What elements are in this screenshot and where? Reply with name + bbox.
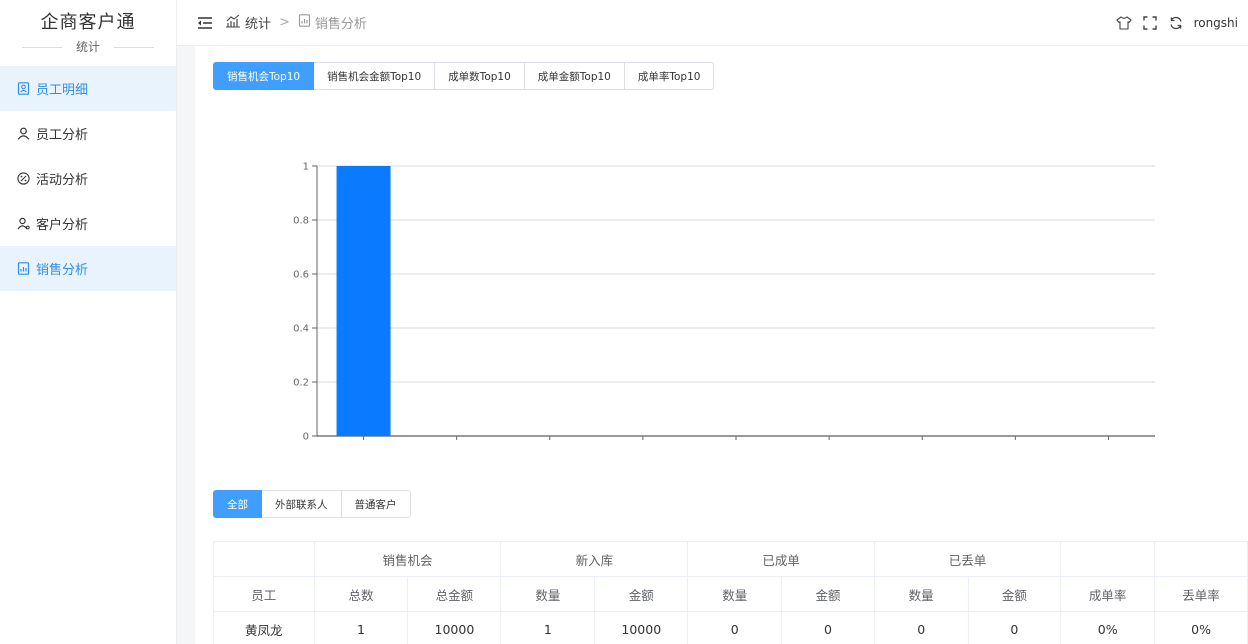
column-header: 金额 — [967, 576, 1062, 612]
bar-chart: 0 0.2 0.4 0.6 0.8 1 — [293, 162, 1155, 443]
sidebar-item-customer-analysis[interactable]: 客户分析 — [0, 201, 176, 246]
person-card-icon — [16, 82, 30, 96]
breadcrumb-label: 销售分析 — [314, 17, 367, 32]
percent-icon — [16, 172, 30, 186]
column-header: 总金额 — [407, 576, 502, 612]
table-cell: 10000 — [594, 611, 689, 644]
table-cell: 0 — [687, 611, 783, 644]
table-cell: 黄凤龙 — [213, 611, 315, 644]
refresh-icon[interactable] — [1168, 15, 1184, 31]
table-row[interactable]: 黄凤龙 1 10000 1 10000 0 0 0 0 0% 0% — [213, 611, 1248, 644]
sales-table: 销售机会 新入库 已成单 已丢单 员工 总数 总金额 数量 金额 数量 金额 数… — [213, 541, 1248, 644]
y-tick-label: 0.6 — [293, 270, 309, 281]
tab-deal-count-top10[interactable]: 成单数Top10 — [435, 62, 525, 90]
filter-external-contacts[interactable]: 外部联系人 — [262, 490, 342, 518]
sidebar-item-employee-analysis[interactable]: 员工分析 — [0, 111, 176, 156]
sidebar-item-label: 员工分析 — [36, 128, 89, 143]
table-column-header: 员工 总数 总金额 数量 金额 数量 金额 数量 金额 成单率 丢单率 — [213, 576, 1248, 612]
username[interactable]: rongshi — [1194, 16, 1238, 30]
group-header-empty — [1154, 541, 1248, 577]
topbar-actions: rongshi — [1116, 15, 1248, 31]
topbar: 统计 > 销售分析 rongshi — [177, 0, 1248, 46]
column-header: 数量 — [500, 576, 596, 612]
customer-icon — [16, 217, 30, 231]
sidebar-item-label: 客户分析 — [36, 218, 89, 233]
breadcrumb-label: 统计 — [245, 17, 272, 32]
group-header-lost-deals: 已丢单 — [873, 541, 1062, 577]
person-icon — [16, 127, 30, 141]
column-header: 成单率 — [1060, 576, 1156, 612]
brand: 企商客户通 统计 — [0, 0, 176, 66]
group-header-closed-deals: 已成单 — [687, 541, 875, 577]
sidebar-item-label: 活动分析 — [36, 173, 89, 188]
table-cell: 10000 — [407, 611, 502, 644]
app-root: 企商客户通 统计 员工明细 员工分析 活动分析 客户分析 销售分析 统计 > 销… — [0, 0, 1248, 644]
sidebar: 企商客户通 统计 员工明细 员工分析 活动分析 客户分析 销售分析 — [0, 0, 177, 644]
column-header: 总数 — [313, 576, 409, 612]
y-tick-label: 0.2 — [293, 378, 309, 389]
report-icon — [298, 14, 311, 31]
line-chart-icon — [225, 14, 241, 32]
ranking-tabs: 销售机会Top10 销售机会金额Top10 成单数Top10 成单金额Top10… — [213, 62, 715, 90]
theme-shirt-icon[interactable] — [1116, 15, 1132, 31]
column-header: 数量 — [687, 576, 783, 612]
group-header-empty — [1060, 541, 1156, 577]
y-tick-label: 0 — [303, 432, 309, 443]
table-cell: 0% — [1060, 611, 1156, 644]
column-header: 数量 — [873, 576, 969, 612]
customer-filter-tabs: 全部 外部联系人 普通客户 — [213, 490, 411, 518]
sidebar-item-label: 销售分析 — [36, 263, 89, 278]
bar — [336, 166, 391, 436]
breadcrumb-item-sales: 销售分析 — [298, 13, 367, 32]
breadcrumb-item-stats[interactable]: 统计 — [225, 13, 271, 32]
column-header: 丢单率 — [1154, 576, 1248, 612]
menu-toggle-icon[interactable] — [197, 15, 213, 31]
filter-normal-customers[interactable]: 普通客户 — [341, 490, 411, 518]
column-header: 金额 — [594, 576, 689, 612]
column-header: 金额 — [781, 576, 875, 612]
sidebar-item-activity-analysis[interactable]: 活动分析 — [0, 156, 176, 201]
main-content: 销售机会Top10 销售机会金额Top10 成单数Top10 成单金额Top10… — [195, 46, 1248, 644]
table-cell: 0 — [873, 611, 969, 644]
table-corner-cell — [213, 541, 315, 577]
group-header-sales-opportunity: 销售机会 — [313, 541, 502, 577]
breadcrumb-separator: > — [279, 15, 290, 30]
brand-subtitle: 统计 — [21, 38, 155, 55]
table-cell: 1 — [500, 611, 596, 644]
report-icon — [16, 262, 30, 276]
table-cell: 0 — [967, 611, 1062, 644]
tab-deal-rate-top10[interactable]: 成单率Top10 — [624, 62, 715, 90]
tab-deal-amount-top10[interactable]: 成单金额Top10 — [524, 62, 625, 90]
fullscreen-icon[interactable] — [1142, 15, 1158, 31]
y-tick-label: 1 — [303, 162, 309, 173]
sidebar-item-label: 员工明细 — [36, 83, 89, 98]
group-header-new-stock: 新入库 — [500, 541, 689, 577]
table-cell: 1 — [313, 611, 409, 644]
sidebar-item-employee-detail[interactable]: 员工明细 — [0, 66, 176, 111]
sidebar-item-sales-analysis[interactable]: 销售分析 — [0, 246, 176, 291]
y-tick-label: 0.4 — [293, 324, 309, 335]
breadcrumb: 统计 > 销售分析 — [225, 13, 367, 32]
column-header: 员工 — [213, 576, 315, 612]
table-group-header: 销售机会 新入库 已成单 已丢单 — [213, 541, 1248, 577]
table-cell: 0% — [1154, 611, 1248, 644]
brand-title: 企商客户通 — [40, 12, 136, 33]
y-tick-label: 0.8 — [293, 216, 309, 227]
filter-all[interactable]: 全部 — [213, 490, 262, 518]
tab-sales-opportunity-top10[interactable]: 销售机会Top10 — [213, 62, 315, 90]
tab-sales-opportunity-amount-top10[interactable]: 销售机会金额Top10 — [314, 62, 436, 90]
table-cell: 0 — [781, 611, 875, 644]
